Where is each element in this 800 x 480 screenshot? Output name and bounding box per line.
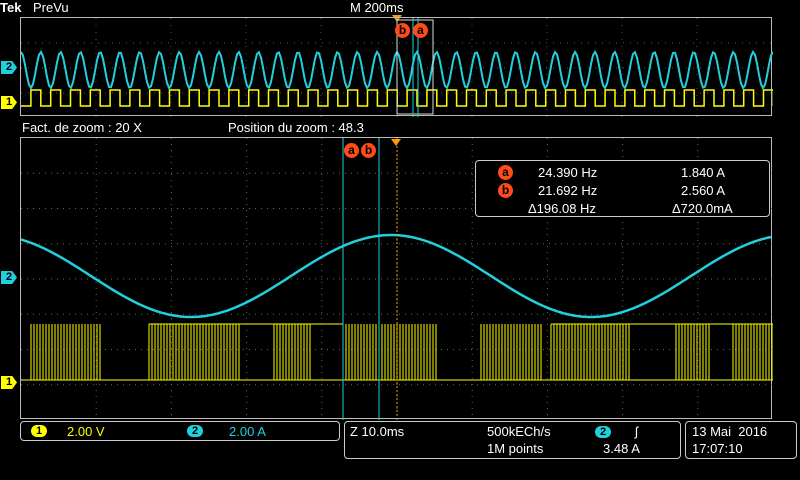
trigger-level: 3.48 A bbox=[603, 441, 640, 456]
tek-logo: Tek bbox=[0, 0, 22, 15]
cursor-a-frequency: 24.390 Hz bbox=[538, 165, 598, 180]
time: 17:07:10 bbox=[692, 441, 743, 456]
timebase-label: M 200ms bbox=[350, 0, 404, 15]
overview-ch2-marker[interactable]: 2 bbox=[1, 61, 17, 74]
zoom-cursor-b-badge[interactable]: b bbox=[361, 143, 376, 158]
record-length: 1M points bbox=[487, 441, 544, 456]
zoom-position-label: Position du zoom : 48.3 bbox=[228, 120, 364, 135]
zoom-ch2-trace bbox=[21, 233, 772, 319]
readout-cursor-b-badge: b bbox=[498, 183, 513, 198]
overview-ch1-marker[interactable]: 1 bbox=[1, 96, 17, 109]
trigger-slope-icon: ʃ bbox=[635, 424, 638, 439]
delta-value: Δ720.0mA bbox=[672, 201, 733, 216]
acquisition-panel[interactable]: Z 10.0ms 500kECh/s 1M points 2 ʃ 3.48 A bbox=[344, 421, 681, 459]
sample-rate: 500kECh/s bbox=[487, 424, 551, 439]
zoom-scale: Z 10.0ms bbox=[350, 424, 405, 439]
zoom-trigger-icon bbox=[391, 139, 401, 146]
ch2-scale[interactable]: 2.00 A bbox=[229, 424, 266, 439]
cursor-b-frequency: 21.692 Hz bbox=[538, 183, 598, 198]
zoom-ch1-marker[interactable]: 1 bbox=[1, 376, 17, 389]
acquisition-mode: PreVu bbox=[33, 0, 69, 15]
zoom-factor-label: Fact. de zoom : 20 X bbox=[22, 120, 142, 135]
readout-cursor-a-badge: a bbox=[498, 165, 513, 180]
zoom-cursor-a-badge[interactable]: a bbox=[344, 143, 359, 158]
cursor-readout-box: a 24.390 Hz 1.840 A b 21.692 Hz 2.560 A … bbox=[475, 160, 770, 217]
ch1-badge: 1 bbox=[31, 425, 47, 437]
ch1-scale[interactable]: 2.00 V bbox=[67, 424, 105, 439]
date: 13 Mai 2016 bbox=[692, 424, 768, 439]
date-time-panel: 13 Mai 2016 17:07:10 bbox=[685, 421, 797, 459]
channel-scale-panel[interactable]: 1 2.00 V 2 2.00 A bbox=[20, 421, 340, 441]
delta-frequency: Δ196.08 Hz bbox=[528, 201, 596, 216]
cursor-b-value: 2.560 A bbox=[681, 183, 726, 198]
ch2-badge: 2 bbox=[187, 425, 203, 437]
overview-cursor-b-badge[interactable]: b bbox=[395, 23, 410, 38]
cursor-a-value: 1.840 A bbox=[681, 165, 726, 180]
overview-cursor-a-badge[interactable]: a bbox=[413, 23, 428, 38]
trigger-source-badge: 2 bbox=[595, 426, 611, 438]
zoom-ch2-marker[interactable]: 2 bbox=[1, 271, 17, 284]
